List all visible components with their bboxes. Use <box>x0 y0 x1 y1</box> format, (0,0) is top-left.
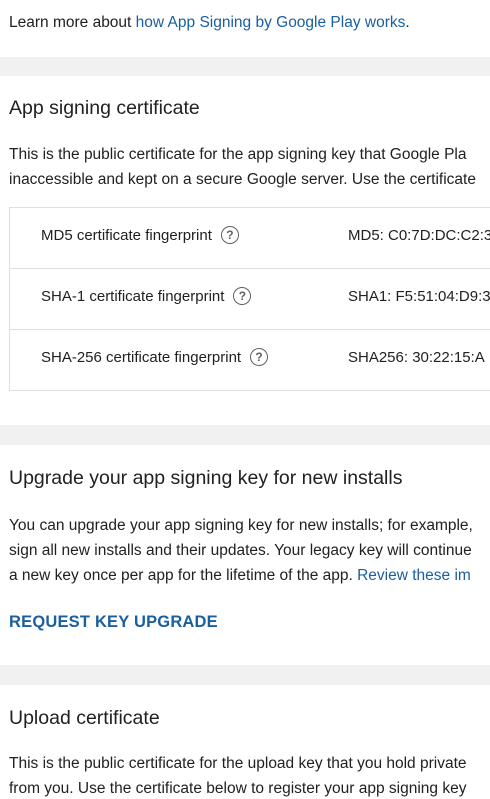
upload-desc-line2: from you. Use the certificate below to r… <box>9 780 467 797</box>
upgrade-desc-line1: You can upgrade your app signing key for… <box>9 517 473 534</box>
learn-more-section: Learn more about how App Signing by Goog… <box>0 0 490 57</box>
sha256-row-label: SHA-256 certificate fingerprint? <box>41 348 269 367</box>
md5-label-text: MD5 certificate fingerprint <box>41 227 212 244</box>
upgrade-title: Upgrade your app signing key for new ins… <box>9 467 403 489</box>
md5-row-label: MD5 certificate fingerprint? <box>41 226 239 245</box>
fingerprint-table: MD5 certificate fingerprint? MD5: C0:7D:… <box>9 207 490 391</box>
sha1-label-text: SHA-1 certificate fingerprint <box>41 288 225 305</box>
app-signing-title: App signing certificate <box>9 97 200 119</box>
sha256-label-text: SHA-256 certificate fingerprint <box>41 349 242 366</box>
upgrade-line3-text: a new key once per app for the lifetime … <box>9 567 358 584</box>
upload-certificate-section: Upload certificate This is the public ce… <box>0 685 490 799</box>
upgrade-desc-line3: a new key once per app for the lifetime … <box>9 563 471 588</box>
app-signing-info-link[interactable]: how App Signing by Google Play works <box>136 14 406 31</box>
help-circle-icon[interactable]: ? <box>233 287 252 306</box>
help-circle-icon[interactable]: ? <box>220 226 239 245</box>
learn-more-prefix: Learn more about <box>9 14 136 31</box>
upload-desc-line1: This is the public certificate for the u… <box>9 755 467 772</box>
sha1-fingerprint-value: SHA1: F5:51:04:D9:3 <box>348 288 490 305</box>
md5-fingerprint-value: MD5: C0:7D:DC:C2:3 <box>348 227 490 244</box>
sha1-row-label: SHA-1 certificate fingerprint? <box>41 287 252 306</box>
app-signing-certificate-section: App signing certificate This is the publ… <box>0 76 490 425</box>
learn-more-suffix: . <box>405 14 410 31</box>
upgrade-desc-line2: sign all new installs and their updates.… <box>9 542 472 559</box>
upload-title: Upload certificate <box>9 707 160 729</box>
app-signing-desc-line2: inaccessible and kept on a secure Google… <box>9 171 476 188</box>
help-circle-icon[interactable]: ? <box>250 348 269 367</box>
sha1-fingerprint-row: SHA-1 certificate fingerprint? SHA1: F5:… <box>10 268 490 329</box>
learn-more-text: Learn more about how App Signing by Goog… <box>9 10 410 35</box>
sha256-fingerprint-value: SHA256: 30:22:15:A <box>348 349 485 366</box>
review-link[interactable]: Review these im <box>357 567 471 584</box>
app-signing-desc-line1: This is the public certificate for the a… <box>9 146 467 163</box>
request-key-upgrade-button[interactable]: REQUEST KEY UPGRADE <box>9 613 218 632</box>
upgrade-key-section: Upgrade your app signing key for new ins… <box>0 445 490 665</box>
sha256-fingerprint-row: SHA-256 certificate fingerprint? SHA256:… <box>10 329 490 390</box>
md5-fingerprint-row: MD5 certificate fingerprint? MD5: C0:7D:… <box>10 208 490 268</box>
